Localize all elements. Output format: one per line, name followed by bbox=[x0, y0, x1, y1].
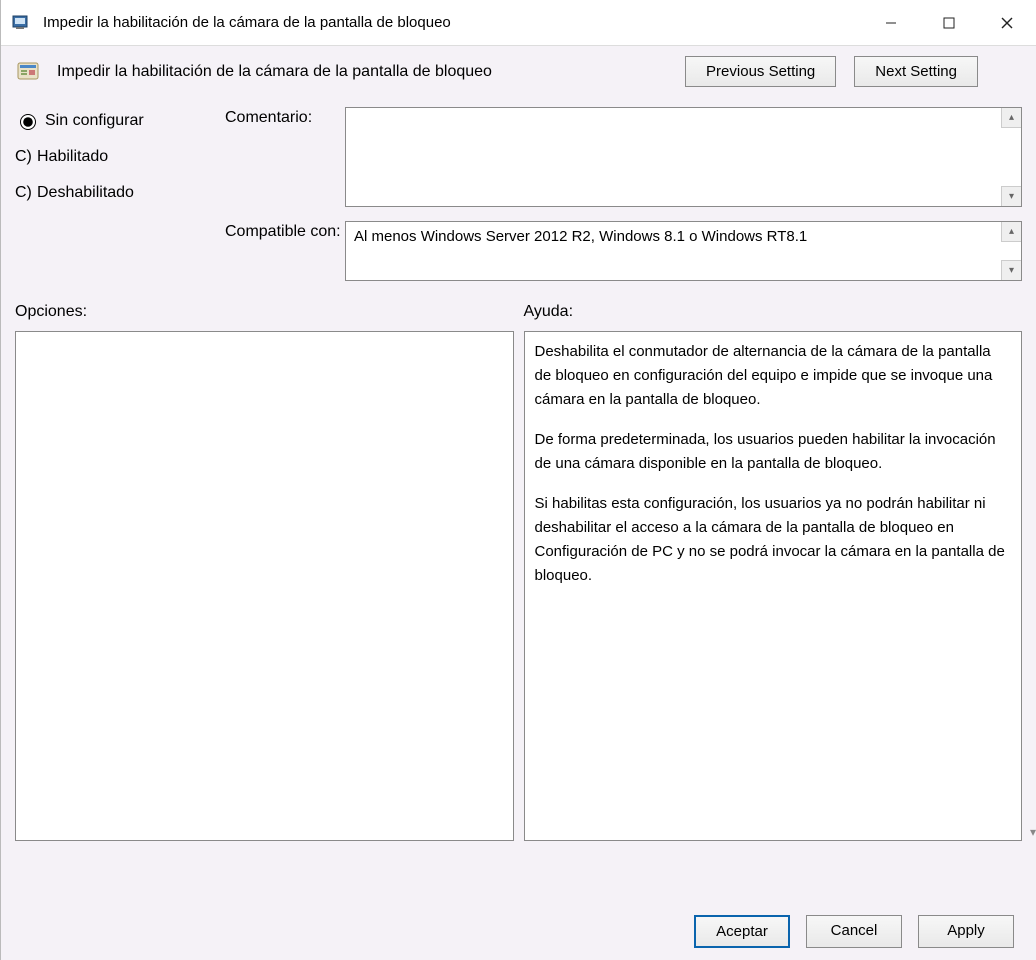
scroll-down-icon[interactable]: ▾ bbox=[1024, 823, 1036, 841]
titlebar: Impedir la habilitación de la cámara de … bbox=[1, 0, 1036, 46]
previous-setting-button[interactable]: Previous Setting bbox=[685, 56, 836, 87]
maximize-button[interactable] bbox=[920, 0, 978, 45]
dialog-window: Impedir la habilitación de la cámara de … bbox=[0, 0, 1036, 960]
dialog-footer: Aceptar Cancel Apply bbox=[694, 915, 1014, 948]
supported-label: Compatible con: bbox=[225, 221, 345, 241]
lower-panels: Opciones: Ayuda: Deshabilita el conmutad… bbox=[1, 281, 1036, 841]
window-title: Impedir la habilitación de la cámara de … bbox=[43, 14, 451, 31]
supported-textbox: Al menos Windows Server 2012 R2, Windows… bbox=[345, 221, 1022, 281]
policy-header: Impedir la habilitación de la cámara de … bbox=[1, 46, 1036, 87]
comment-textbox[interactable]: ▴ ▾ bbox=[345, 107, 1022, 207]
scroll-down-icon[interactable]: ▾ bbox=[1001, 186, 1021, 206]
ok-button[interactable]: Aceptar bbox=[694, 915, 790, 948]
policy-title: Impedir la habilitación de la cámara de … bbox=[57, 63, 492, 81]
policy-icon bbox=[15, 58, 43, 86]
options-label: Opciones: bbox=[15, 303, 514, 321]
help-paragraph-3: Si habilitas esta configuración, los usu… bbox=[535, 492, 1012, 588]
window-controls bbox=[862, 0, 1036, 45]
radio-not-configured-input[interactable] bbox=[20, 114, 36, 130]
supported-value: Al menos Windows Server 2012 R2, Windows… bbox=[354, 228, 807, 245]
radio-disabled[interactable]: C) Deshabilitado bbox=[15, 184, 195, 202]
scroll-down-icon[interactable]: ▾ bbox=[1001, 260, 1021, 280]
radio-disabled-label: Deshabilitado bbox=[37, 184, 134, 202]
radio-enabled-label: Habilitado bbox=[37, 148, 108, 166]
state-radio-group: Sin configurar C) Habilitado C) Deshabil… bbox=[15, 107, 195, 281]
scroll-up-icon[interactable]: ▴ bbox=[1001, 108, 1021, 128]
close-button[interactable] bbox=[978, 0, 1036, 45]
minimize-button[interactable] bbox=[862, 0, 920, 45]
next-setting-button[interactable]: Next Setting bbox=[854, 56, 978, 87]
app-icon bbox=[9, 11, 33, 35]
scroll-up-icon[interactable]: ▴ bbox=[1001, 222, 1021, 242]
options-panel bbox=[15, 331, 514, 841]
radio-not-configured-label: Sin configurar bbox=[45, 112, 144, 130]
comment-label: Comentario: bbox=[225, 107, 345, 127]
radio-enabled[interactable]: C) Habilitado bbox=[15, 148, 195, 166]
apply-button[interactable]: Apply bbox=[918, 915, 1014, 948]
help-paragraph-2: De forma predeterminada, los usuarios pu… bbox=[535, 428, 1012, 476]
main-content: Sin configurar C) Habilitado C) Deshabil… bbox=[1, 87, 1036, 281]
cancel-button[interactable]: Cancel bbox=[806, 915, 902, 948]
help-label: Ayuda: bbox=[524, 303, 1023, 321]
help-panel: Deshabilita el conmutador de alternancia… bbox=[524, 331, 1023, 841]
radio-not-configured[interactable]: Sin configurar bbox=[15, 111, 195, 130]
help-paragraph-1: Deshabilita el conmutador de alternancia… bbox=[535, 340, 1012, 412]
